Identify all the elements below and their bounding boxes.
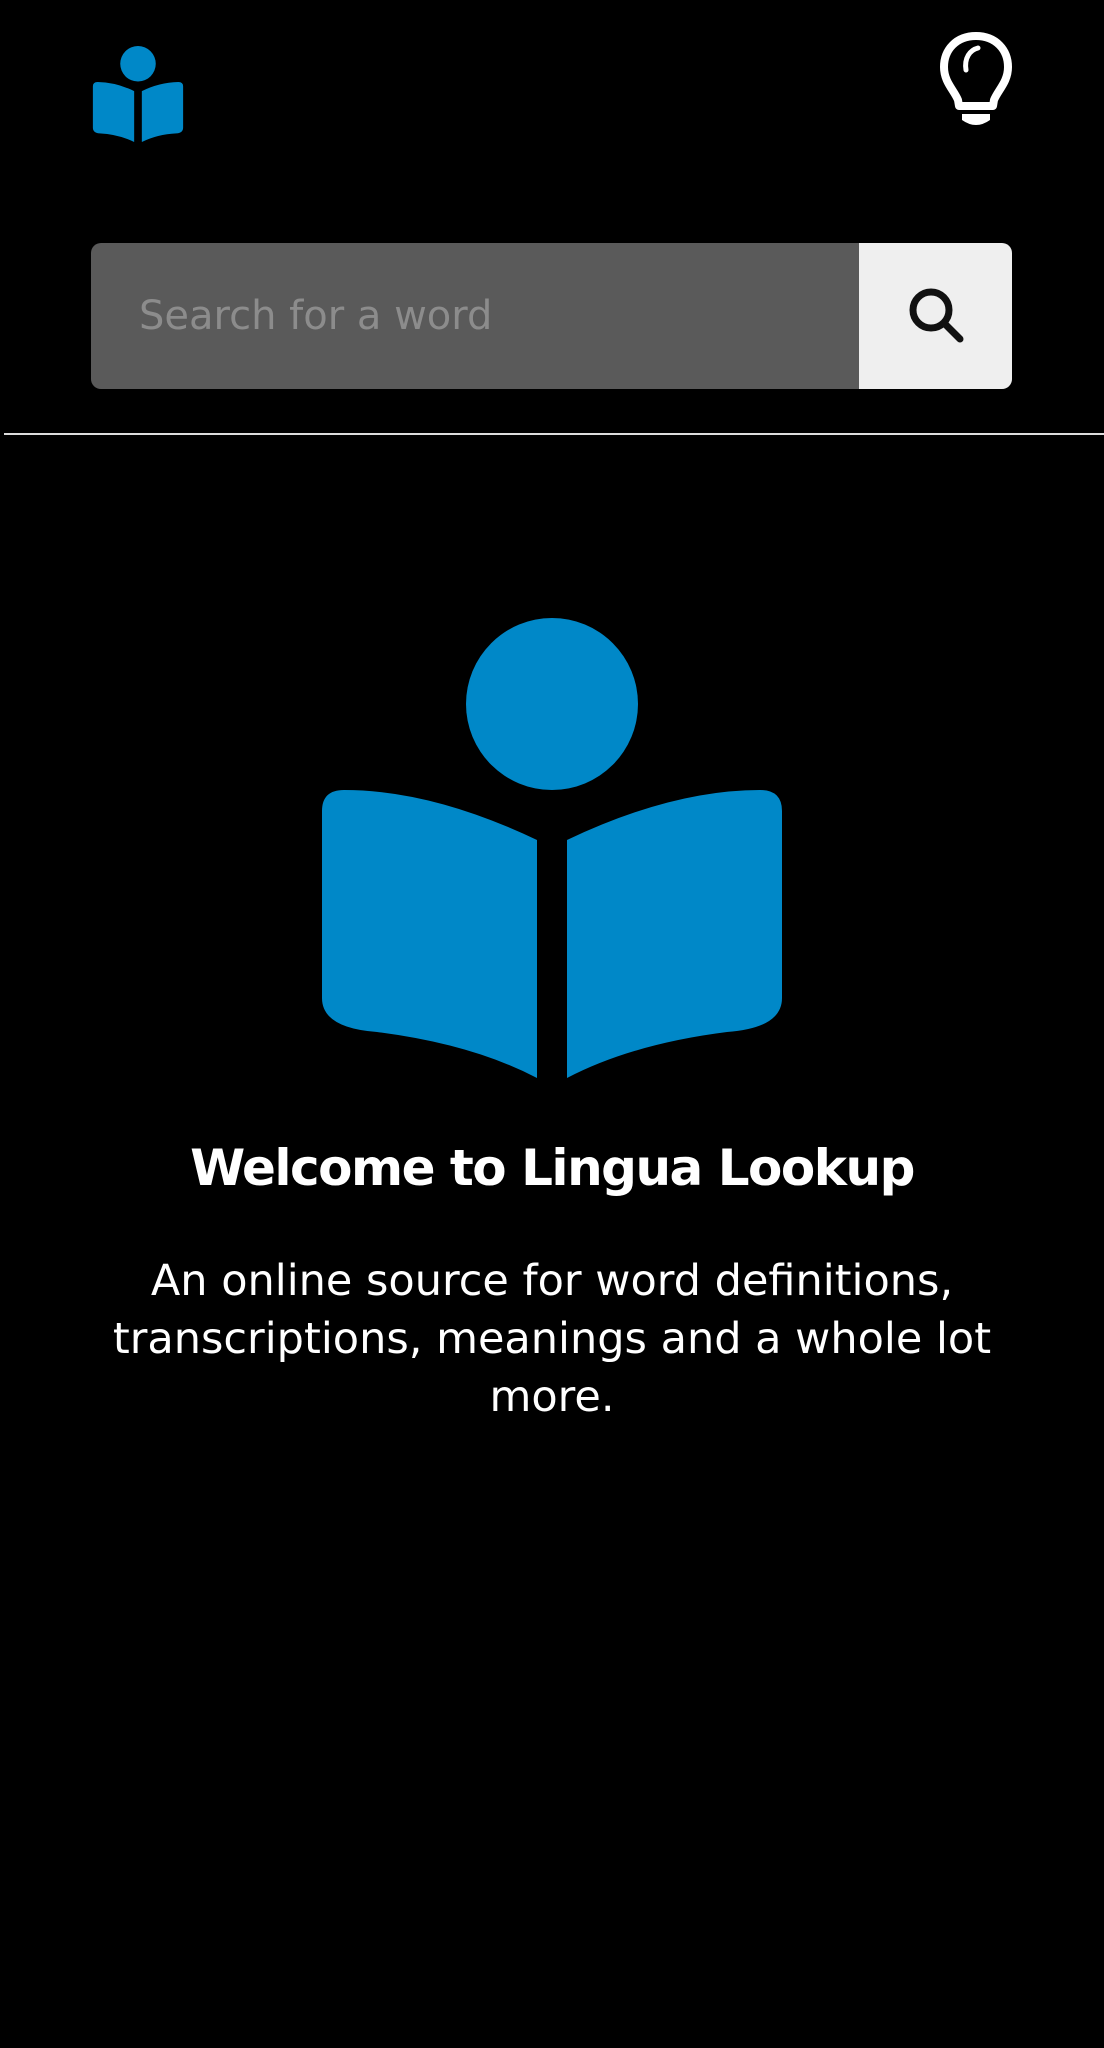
search-icon	[906, 285, 966, 348]
welcome-title: Welcome to Lingua Lookup	[190, 1139, 915, 1197]
search-input[interactable]	[91, 243, 859, 389]
app-logo-icon[interactable]	[90, 46, 186, 142]
search-button[interactable]	[859, 243, 1012, 389]
lightbulb-icon[interactable]	[936, 30, 1016, 134]
hero-logo-icon	[322, 618, 782, 1078]
welcome-description: An online source for word definitions, t…	[112, 1256, 992, 1422]
header-divider	[4, 433, 1104, 435]
app-header	[0, 0, 1104, 434]
search-bar	[91, 243, 1012, 389]
